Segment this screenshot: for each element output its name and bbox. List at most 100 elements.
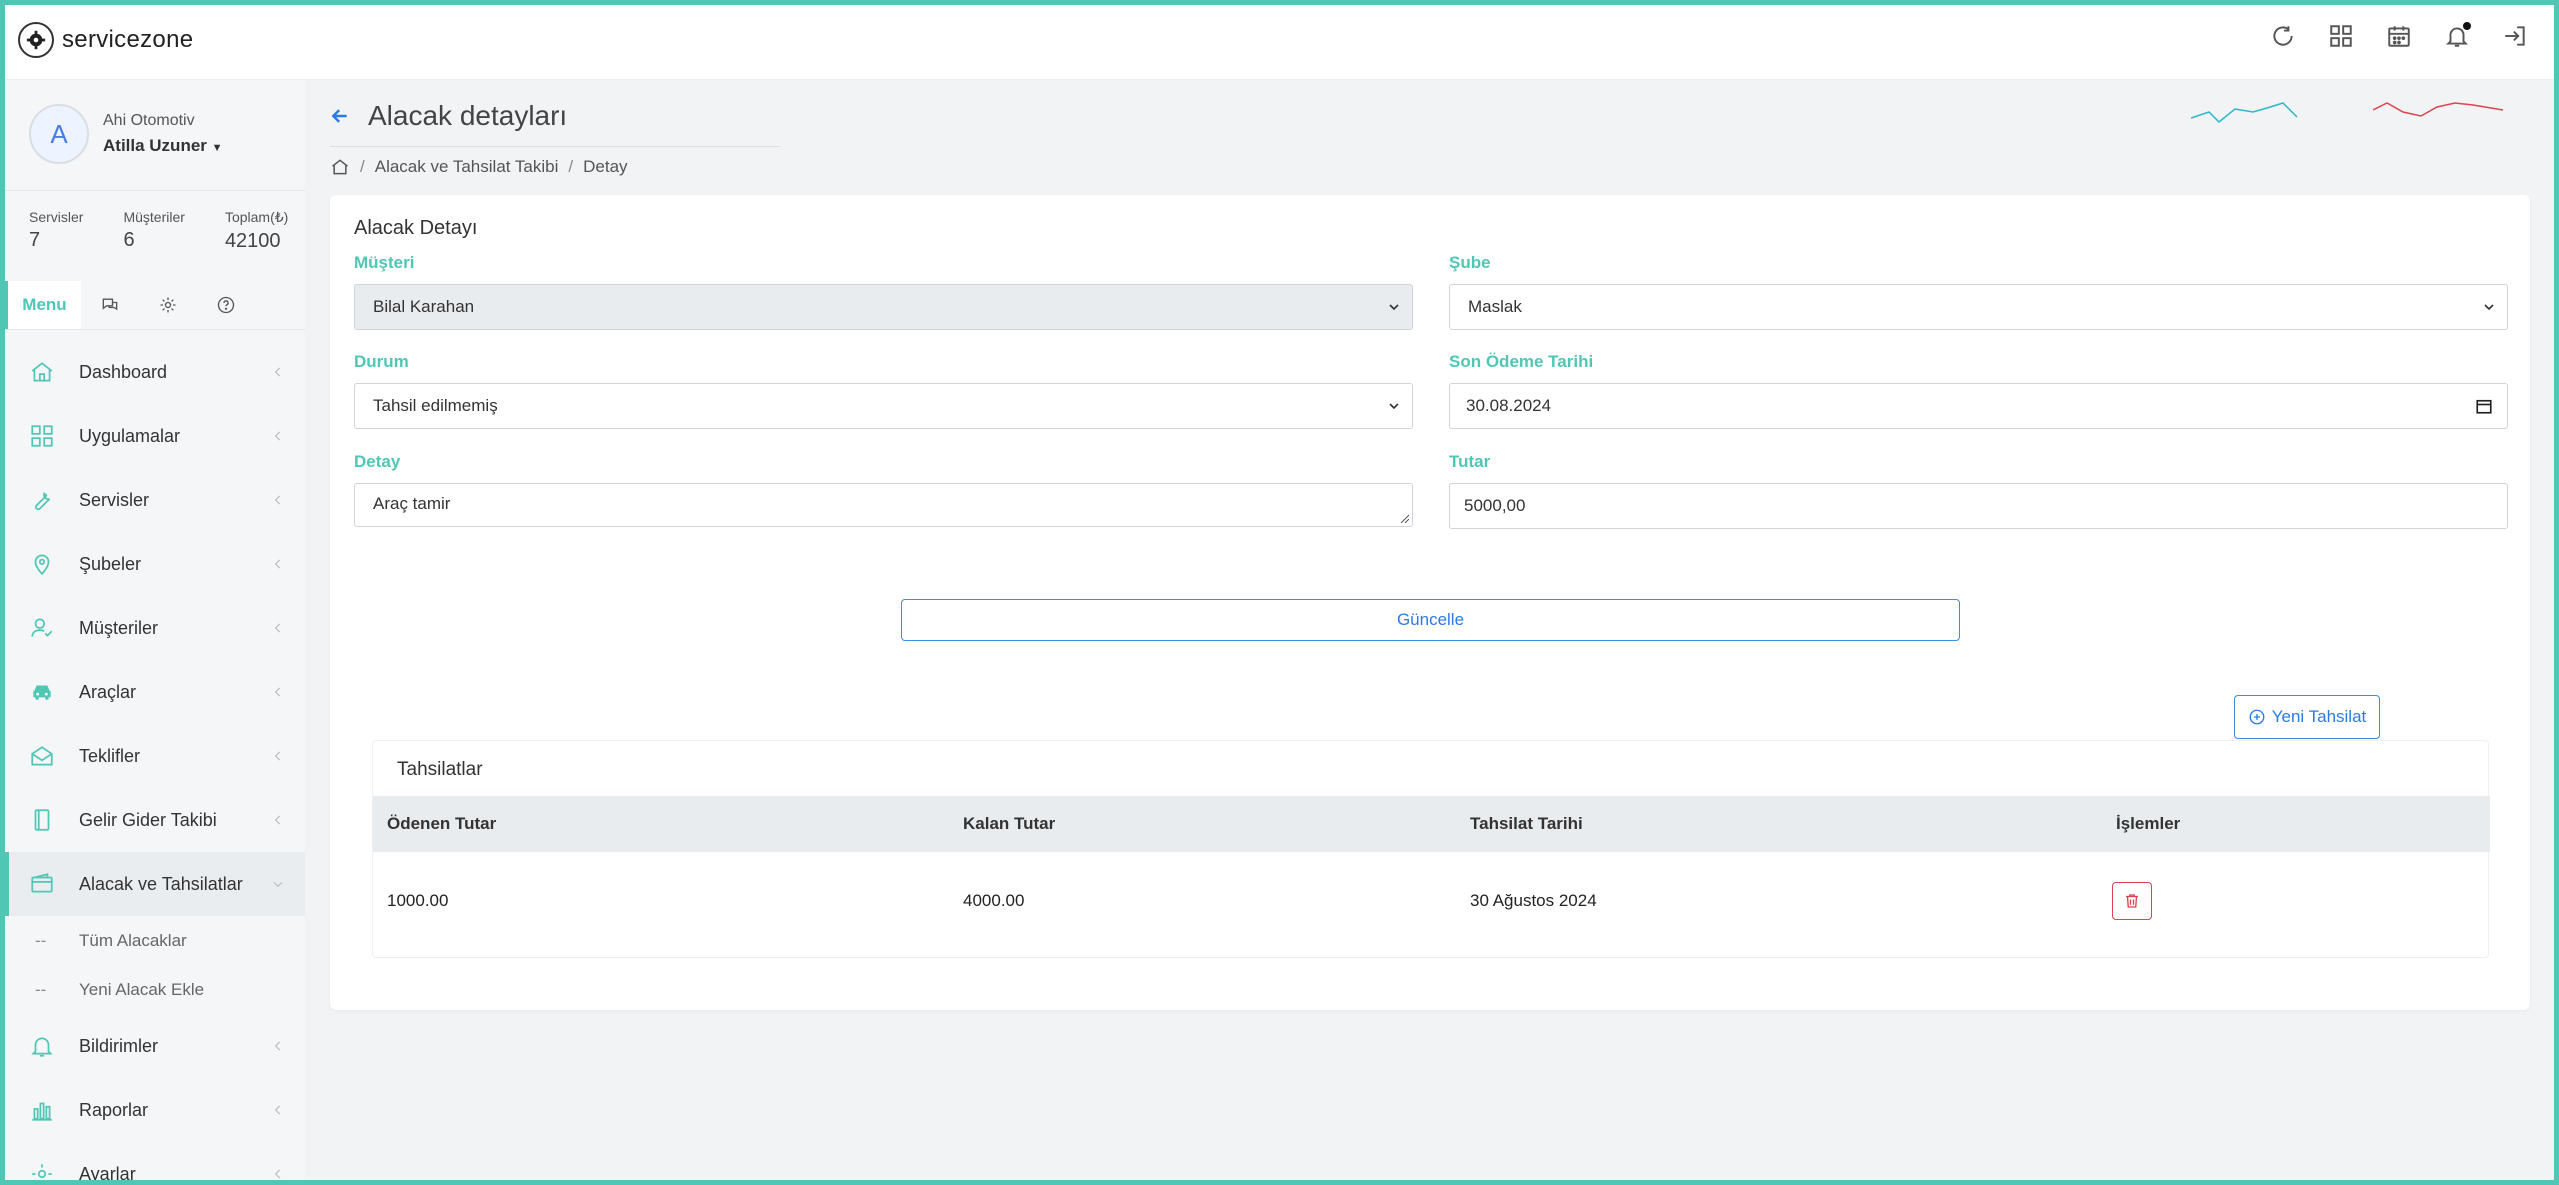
top-bar: servicezone (0, 0, 2559, 80)
sidebar-item-receivables[interactable]: Alacak ve Tahsilatlar (5, 852, 305, 916)
cell-remaining: 4000.00 (963, 890, 1025, 910)
status-select[interactable]: Tahsil edilmemiş (354, 383, 1413, 429)
stat-value: 42100 (224, 230, 281, 252)
delete-button[interactable] (2112, 881, 2152, 920)
sidebar-item-label: Müşteriler (79, 617, 159, 638)
table-header: Ödenen Tutar Kalan Tutar Tahsilat Tarihi… (373, 796, 2490, 852)
table-title: Tahsilatlar (397, 759, 483, 780)
sidebar-tabs: Menu (5, 281, 305, 330)
sidebar-item-reports[interactable]: Raporlar (5, 1078, 305, 1142)
wrench-icon (35, 492, 51, 511)
sidebar-item-offers[interactable]: Teklifler (5, 724, 305, 788)
chevron-left-icon (274, 623, 281, 633)
avatar[interactable]: A (29, 104, 89, 164)
chevron-left-icon (274, 431, 281, 441)
date-value: 30.08.2024 (1466, 396, 1552, 415)
caret-down-icon: ▼ (211, 142, 223, 154)
tab-settings[interactable] (139, 281, 197, 329)
stat-services: Servisler 7 (29, 209, 83, 253)
home-icon[interactable] (330, 157, 350, 177)
sidebar-subitem-label: Yeni Alacak Ekle (79, 979, 205, 999)
column-header: İşlemler (2116, 814, 2181, 833)
envelope-open-icon (31, 746, 53, 766)
stat-value: 7 (29, 229, 41, 251)
sidebar-item-dashboard[interactable]: Dashboard (5, 340, 305, 404)
page-title: Alacak detayları (368, 100, 568, 131)
notification-dot (2463, 22, 2471, 30)
update-button[interactable]: Güncelle (901, 599, 1960, 641)
chevron-left-icon (274, 1041, 281, 1051)
sparklines (2191, 100, 2509, 130)
question-icon (217, 296, 235, 314)
field-detail: Detay Araç tamir (354, 452, 1413, 527)
new-collection-button[interactable]: Yeni Tahsilat (2234, 695, 2380, 739)
bell-icon[interactable] (2443, 22, 2471, 50)
refresh-icon[interactable] (2269, 22, 2297, 50)
chevron-left-icon (274, 815, 281, 825)
gear-icon (160, 297, 176, 313)
user-dropdown[interactable]: Atilla Uzuner ▼ (103, 136, 223, 156)
sidebar-item-branches[interactable]: Şubeler (5, 532, 305, 596)
tab-help[interactable] (197, 281, 255, 329)
customer-select[interactable]: Bilal Karahan (354, 284, 1413, 330)
cell-date: 30 Ağustos 2024 (1470, 890, 1597, 910)
breadcrumb-separator: / (568, 157, 574, 176)
brand[interactable]: servicezone (18, 21, 193, 58)
chevron-left-icon (274, 495, 281, 505)
company-name: Ahi Otomotiv (103, 112, 195, 129)
cell-paid: 1000.00 (387, 890, 449, 910)
column-header[interactable]: Kalan Tutar (949, 814, 1456, 834)
field-customer: Müşteri Bilal Karahan (354, 253, 1413, 330)
subitem-dash: -- (35, 930, 47, 950)
resize-handle-icon[interactable] (1399, 513, 1409, 523)
chevron-left-icon (274, 1105, 281, 1115)
map-pin-icon (34, 554, 50, 575)
button-label: Yeni Tahsilat (2271, 707, 2367, 726)
field-label: Tutar (1449, 452, 1491, 471)
branch-select[interactable]: Maslak (1449, 284, 2508, 330)
apps-grid-icon[interactable] (2327, 22, 2355, 50)
gear-logo-icon (18, 21, 54, 58)
plus-circle-icon (2249, 709, 2265, 725)
sidebar-item-vehicles[interactable]: Araçlar (5, 660, 305, 724)
select-value: Bilal Karahan (373, 297, 475, 316)
sidebar-item-label: Alacak ve Tahsilatlar (79, 873, 243, 894)
sidebar-item-label: Dashboard (79, 361, 168, 382)
detail-textarea[interactable]: Araç tamir (354, 483, 1413, 527)
stat-label: Müşteriler (123, 209, 185, 225)
logout-icon[interactable] (2501, 22, 2529, 50)
chevron-left-icon (274, 687, 281, 697)
breadcrumb-item[interactable]: Alacak ve Tahsilat Takibi (375, 157, 559, 177)
due-date-input[interactable]: 30.08.2024 (1449, 383, 2508, 429)
home-icon (31, 362, 53, 382)
amount-input[interactable]: 5000,00 (1449, 483, 2508, 529)
sparkline-red (2373, 102, 2504, 117)
sidebar-item-apps[interactable]: Uygulamalar (5, 404, 305, 468)
tab-chat[interactable] (81, 281, 139, 329)
chevron-left-icon (274, 367, 281, 377)
sidebar-item-notifications[interactable]: Bildirimler (5, 1014, 305, 1078)
sidebar-subitem-all-receivables[interactable]: -- Tüm Alacaklar (5, 916, 305, 965)
sidebar-item-income-expense[interactable]: Gelir Gider Takibi (5, 788, 305, 852)
sidebar-item-customers[interactable]: Müşteriler (5, 596, 305, 660)
main-content: Alacak detayları / Alacak ve Tahsilat Ta… (330, 80, 2530, 1010)
column-header[interactable]: Ödenen Tutar (373, 814, 949, 834)
bell-icon (31, 1037, 53, 1057)
sidebar-item-settings[interactable]: Ayarlar (5, 1142, 305, 1185)
calendar-icon[interactable] (2475, 397, 2493, 415)
field-branch: Şube Maslak (1449, 253, 2508, 330)
column-header[interactable]: Tahsilat Tarihi (1456, 814, 2102, 834)
field-label: Şube (1449, 253, 1491, 272)
field-label: Son Ödeme Tarihi (1449, 352, 1594, 371)
calendar-icon[interactable] (2385, 22, 2413, 50)
sidebar-item-label: Ayarlar (79, 1163, 136, 1184)
sidebar-item-services[interactable]: Servisler (5, 468, 305, 532)
textarea-value: Araç tamir (373, 494, 451, 513)
sidebar-item-label: Servisler (79, 489, 150, 510)
arrow-left-icon[interactable] (330, 106, 350, 126)
tab-menu[interactable]: Menu (5, 281, 81, 329)
book-icon (34, 809, 50, 831)
chevron-down-icon (273, 881, 283, 888)
field-status: Durum Tahsil edilmemiş (354, 352, 1413, 429)
sidebar-subitem-new-receivable[interactable]: -- Yeni Alacak Ekle (5, 965, 305, 1014)
